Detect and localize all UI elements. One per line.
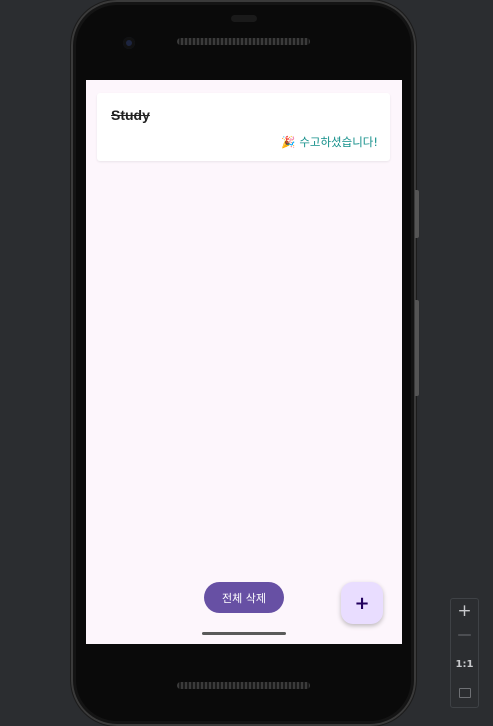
power-button [415,190,419,238]
proximity-sensor [231,15,257,22]
todo-card[interactable]: Study 🎉 수고하셨습니다! [97,93,390,161]
home-indicator[interactable] [202,632,286,635]
zoom-fit-icon[interactable] [451,683,478,702]
zoom-in-icon[interactable]: + [451,601,478,621]
front-camera-icon [123,37,135,49]
completion-message: 🎉 수고하셨습니다! [281,135,378,149]
app-screen: Study 🎉 수고하셨습니다! 전체 삭제 + [86,80,402,644]
bottom-speaker [177,682,310,689]
volume-button [415,300,419,396]
plus-icon: + [354,592,370,614]
zoom-actual-size-button[interactable]: 1:1 [451,659,478,670]
todo-title: Study [111,107,150,123]
top-speaker [177,38,310,45]
zoom-controls: + — 1:1 [450,598,479,708]
delete-all-button[interactable]: 전체 삭제 [204,582,284,613]
add-fab-button[interactable]: + [341,582,383,624]
zoom-out-icon[interactable]: — [451,627,478,643]
